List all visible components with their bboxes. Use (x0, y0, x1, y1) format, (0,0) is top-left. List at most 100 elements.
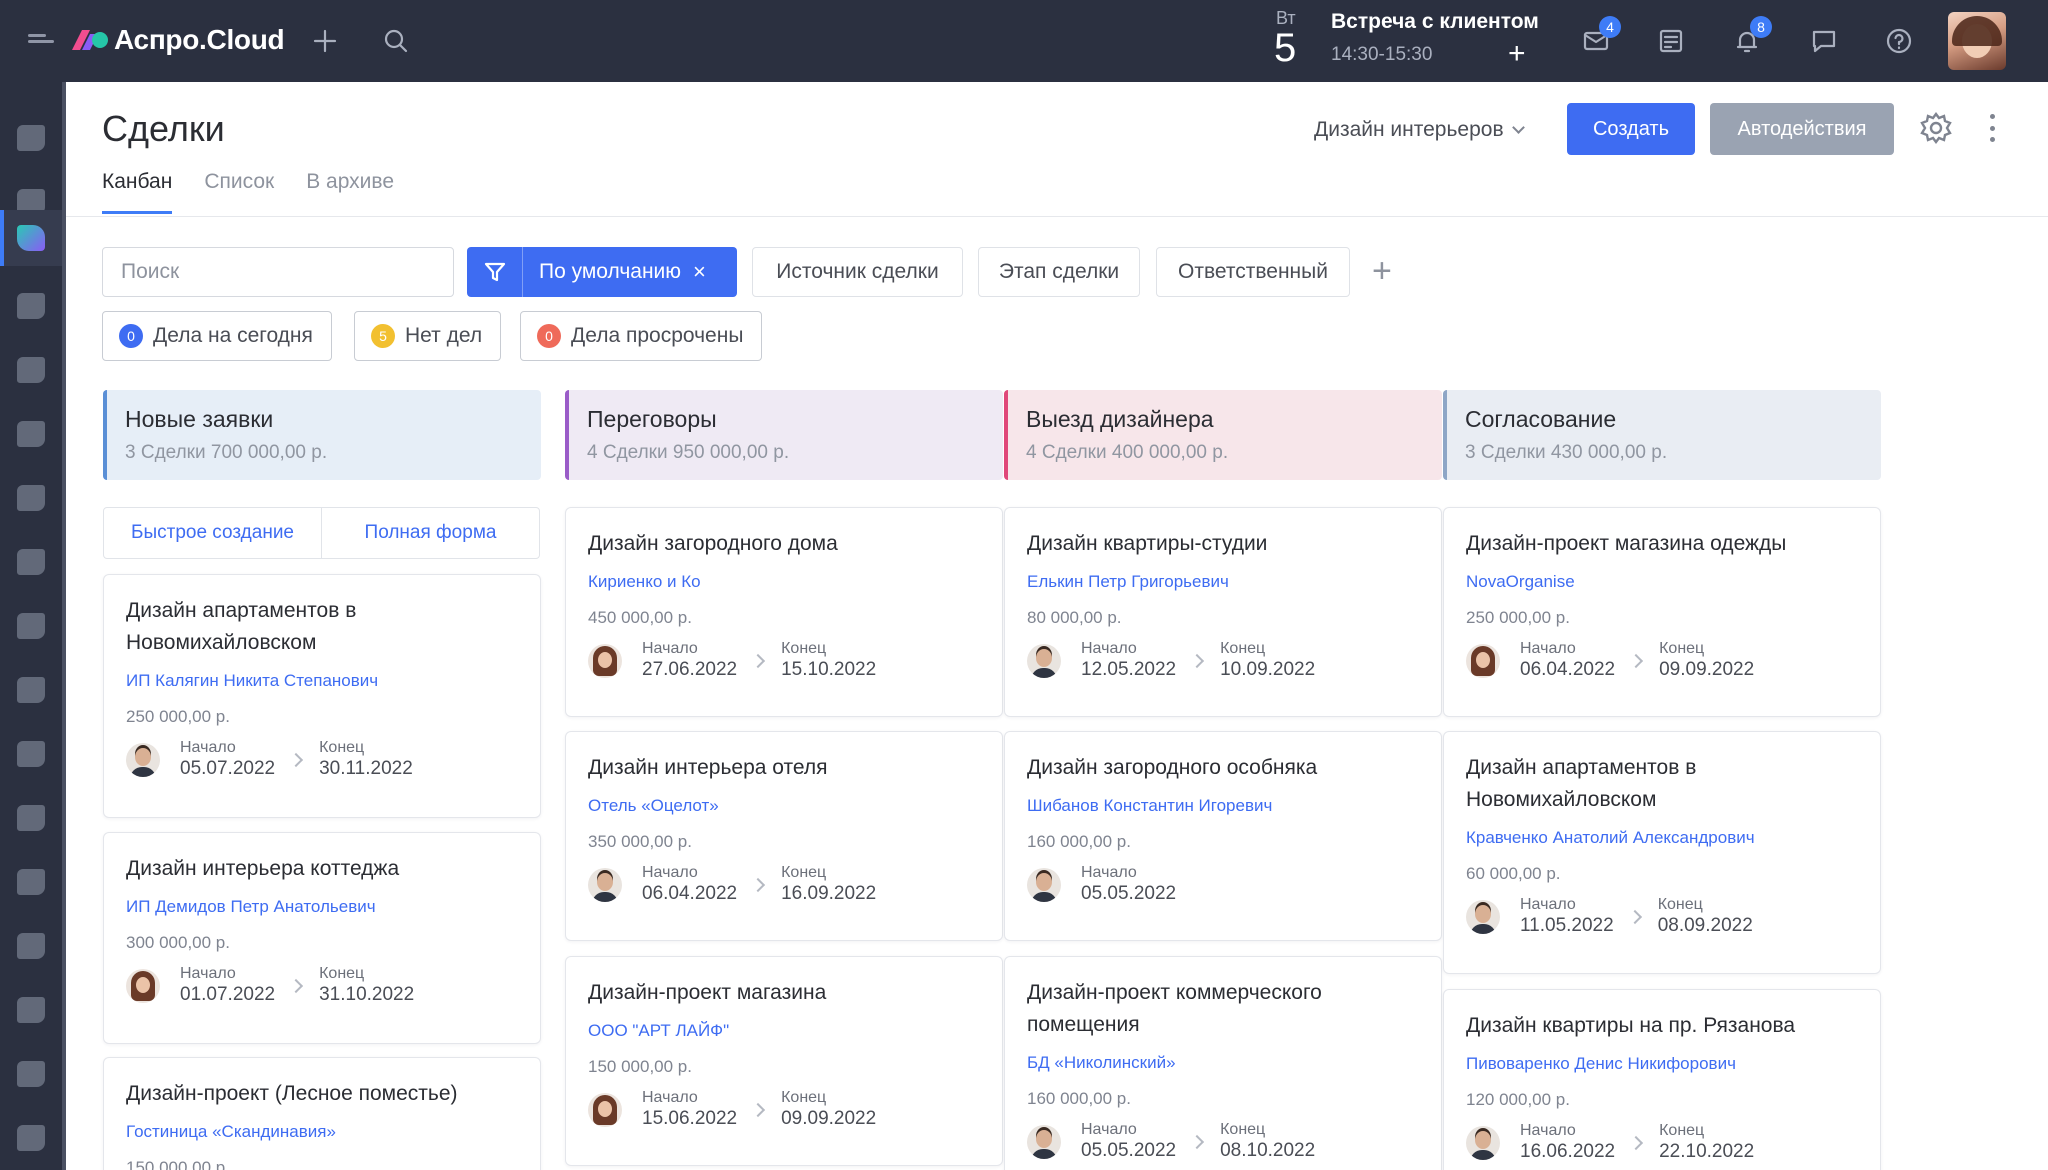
book-icon (17, 805, 45, 831)
deal-client-link[interactable]: Гостиница «Скандинавия» (126, 1122, 518, 1142)
responsible-avatar[interactable] (126, 743, 160, 777)
quick-filter-overdue[interactable]: 0 Дела просрочены (520, 311, 763, 361)
responsible-avatar[interactable] (1027, 868, 1061, 902)
responsible-avatar[interactable] (588, 868, 622, 902)
full-form-button[interactable]: Полная форма (322, 508, 539, 558)
deal-card[interactable]: Дизайн квартиры-студии Елькин Петр Григо… (1004, 507, 1442, 717)
deal-client-link[interactable]: БД «Николинский» (1027, 1053, 1419, 1073)
sidebar-item-knowledge[interactable] (0, 790, 62, 846)
filter-responsible[interactable]: Ответственный (1156, 247, 1350, 297)
deal-card[interactable]: Дизайн-проект коммерческого помещения БД… (1004, 956, 1442, 1170)
sidebar-item-time[interactable] (0, 918, 62, 974)
search-icon[interactable] (377, 22, 415, 60)
plus-icon[interactable] (306, 22, 344, 60)
tab-archive[interactable]: В архиве (306, 170, 394, 214)
responsible-avatar[interactable] (588, 1093, 622, 1127)
deal-title: Дизайн-проект (Лесное поместье) (126, 1082, 458, 1105)
end-label: Конец (319, 965, 365, 982)
start-date: 05.05.2022 (1081, 1140, 1177, 1161)
staff-icon (17, 869, 45, 895)
user-avatar[interactable] (1948, 12, 2006, 70)
quick-filter-label: Дела просрочены (571, 324, 744, 347)
deal-client-link[interactable]: Кириенко и Ко (588, 572, 980, 592)
responsible-avatar[interactable] (1466, 644, 1500, 678)
deal-dates: Начало 05.05.2022 Конец 08.10.2022 (1027, 1121, 1419, 1163)
deal-card[interactable]: Дизайн апартаментов в Новомихайловском И… (103, 574, 541, 818)
deal-card[interactable]: Дизайн-проект (Лесное поместье) Гостиниц… (103, 1057, 541, 1170)
add-event-button[interactable]: + (1508, 39, 1526, 69)
sidebar-item-settings[interactable] (0, 1110, 62, 1166)
autoactions-button[interactable]: Автодействия (1710, 103, 1894, 155)
quick-filter-no-tasks[interactable]: 5 Нет дел (354, 311, 502, 361)
sidebar-item-staff[interactable] (0, 854, 62, 910)
sidebar-item-storage[interactable] (0, 726, 62, 782)
sidebar-item-team[interactable] (0, 598, 62, 654)
responsible-avatar[interactable] (1027, 644, 1061, 678)
deal-title: Дизайн-проект магазина одежды (1466, 532, 1787, 555)
gear-icon[interactable] (1918, 110, 1954, 146)
sidebar-scrollbar[interactable] (62, 82, 66, 1170)
deal-card[interactable]: Дизайн загородного особняка Шибанов Конс… (1004, 731, 1442, 941)
filter-deal-stage[interactable]: Этап сделки (978, 247, 1140, 297)
sidebar-item-deals[interactable] (0, 210, 62, 266)
sidebar-item-chat[interactable] (0, 470, 62, 526)
responsible-avatar[interactable] (588, 644, 622, 678)
default-filter[interactable]: По умолчанию × (467, 247, 737, 297)
column-title: Согласование (1465, 406, 1617, 432)
notes-icon[interactable] (1652, 22, 1690, 60)
end-label: Конец (1220, 640, 1266, 657)
sidebar-item-learning[interactable] (0, 1046, 62, 1102)
deal-card[interactable]: Дизайн-проект магазина одежды NovaOrgani… (1443, 507, 1881, 717)
deal-card[interactable]: Дизайн интерьера коттеджа ИП Демидов Пет… (103, 832, 541, 1044)
help-icon[interactable] (1880, 22, 1918, 60)
end-date: 09.09.2022 (781, 1108, 877, 1129)
sidebar-item-tasks[interactable] (0, 110, 62, 166)
close-icon[interactable]: × (693, 259, 706, 285)
event-title[interactable]: Встреча с клиентом (1331, 10, 1539, 34)
sidebar-item-finance[interactable] (0, 406, 62, 462)
mail-icon[interactable]: 4 (1577, 16, 1621, 60)
deal-dates: Начало 11.05.2022 Конец 08.09.2022 (1466, 896, 1858, 938)
deal-client-link[interactable]: ИП Демидов Петр Анатольевич (126, 897, 518, 917)
responsible-avatar[interactable] (1466, 1126, 1500, 1160)
sidebar-item-crm[interactable] (0, 278, 62, 334)
more-options-icon[interactable] (1990, 114, 1996, 142)
create-button[interactable]: Создать (1567, 103, 1695, 155)
sidebar-item-reports[interactable] (0, 982, 62, 1038)
deal-client-link[interactable]: Кравченко Анатолий Александрович (1466, 828, 1858, 848)
chat-icon[interactable] (1805, 22, 1843, 60)
tab-list[interactable]: Список (204, 170, 274, 214)
deal-card[interactable]: Дизайн апартаментов в Новомихайловском К… (1443, 731, 1881, 974)
sidebar-item-contacts[interactable] (0, 342, 62, 398)
funnel-select[interactable]: Дизайн интерьеров (1314, 118, 1525, 142)
bell-icon[interactable]: 8 (1728, 16, 1772, 60)
tab-kanban[interactable]: Канбан (102, 170, 173, 214)
deal-card[interactable]: Дизайн квартиры на пр. Рязанова Пивоваре… (1443, 989, 1881, 1170)
quick-create-button[interactable]: Быстрое создание (104, 508, 322, 558)
search-input[interactable] (102, 247, 454, 297)
end-label: Конец (781, 640, 827, 657)
deal-client-link[interactable]: Пивоваренко Денис Никифорович (1466, 1054, 1858, 1074)
deal-dates: Начало 15.06.2022 Конец 09.09.2022 (588, 1089, 980, 1131)
event-time: 14:30-15:30 (1331, 44, 1433, 65)
deal-client-link[interactable]: Елькин Петр Григорьевич (1027, 572, 1419, 592)
deal-client-link[interactable]: NovaOrganise (1466, 572, 1858, 592)
sidebar-item-files[interactable] (0, 662, 62, 718)
deal-client-link[interactable]: Отель «Оцелот» (588, 796, 980, 816)
filter-deal-source[interactable]: Источник сделки (752, 247, 963, 297)
deal-client-link[interactable]: ИП Калягин Никита Степанович (126, 671, 518, 691)
responsible-avatar[interactable] (1027, 1125, 1061, 1159)
deal-card[interactable]: Дизайн загородного дома Кириенко и Ко 45… (565, 507, 1003, 717)
deal-client-link[interactable]: Шибанов Константин Игоревич (1027, 796, 1419, 816)
menu-toggle-icon[interactable] (28, 34, 54, 48)
calendar-day-number: 5 (1274, 26, 1297, 70)
responsible-avatar[interactable] (126, 969, 160, 1003)
responsible-avatar[interactable] (1466, 900, 1500, 934)
deal-card[interactable]: Дизайн-проект магазина ООО "АРТ ЛАЙФ" 15… (565, 956, 1003, 1166)
sidebar-item-documents[interactable] (0, 534, 62, 590)
deal-client-link[interactable]: ООО "АРТ ЛАЙФ" (588, 1021, 980, 1041)
end-date: 22.10.2022 (1659, 1141, 1755, 1162)
deal-card[interactable]: Дизайн интерьера отеля Отель «Оцелот» 35… (565, 731, 1003, 941)
quick-filter-today[interactable]: 0 Дела на сегодня (102, 311, 332, 361)
add-filter-button[interactable]: + (1372, 254, 1392, 288)
